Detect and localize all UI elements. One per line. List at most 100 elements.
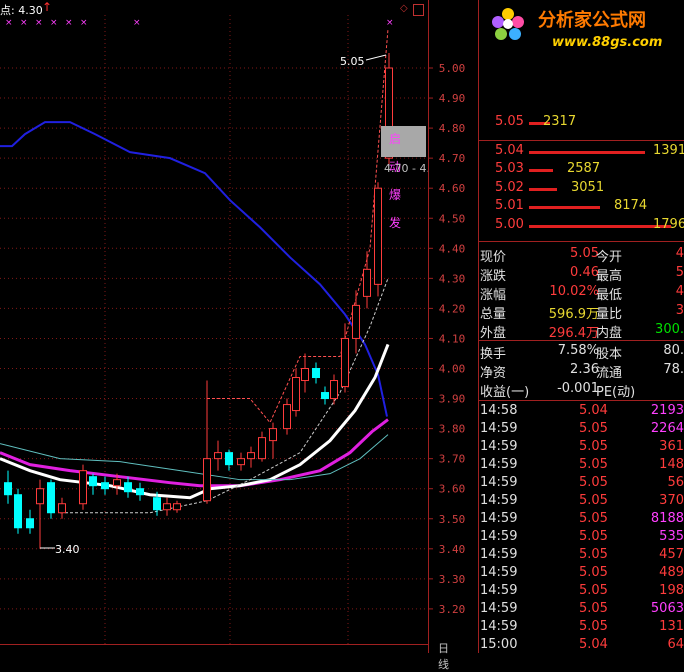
price-tick-label: 4.60 xyxy=(439,182,466,195)
trade-volume: 535 xyxy=(659,529,684,544)
candle-down xyxy=(321,392,329,400)
x-marker: × xyxy=(133,18,141,28)
stat-label: 最高 xyxy=(596,269,623,284)
order-price: 5.05 xyxy=(495,114,524,129)
candle-up xyxy=(203,458,211,502)
order-book-row: 5.04 13915 xyxy=(479,143,684,161)
candle-up xyxy=(352,304,360,339)
price-tick-label: 4.30 xyxy=(439,272,466,285)
x-marker: × xyxy=(35,18,43,28)
trade-volume: 457 xyxy=(659,547,684,562)
trade-row: 14:59 5.05 148 xyxy=(479,457,684,475)
order-book-row: 5.03 2587 xyxy=(479,161,684,179)
candle-up xyxy=(269,428,277,442)
signal-char: 爆 xyxy=(389,188,401,202)
price-tick-label: 3.30 xyxy=(439,573,466,586)
stat-value: 300. xyxy=(655,322,684,337)
candle-up xyxy=(214,452,222,460)
candle-up xyxy=(247,452,255,460)
price-tick-label: 3.40 xyxy=(439,543,466,556)
order-volume: 2587 xyxy=(567,161,601,176)
bottom-tab-label[interactable]: 日线 xyxy=(438,640,449,672)
stat-label: 现价 xyxy=(480,250,507,265)
stat-row: 净资 2.36 流通 78. xyxy=(479,362,684,381)
stat-value: 2.36 xyxy=(570,362,599,377)
candle-down xyxy=(4,482,12,496)
order-volume-bar xyxy=(529,188,557,191)
trade-volume: 2193 xyxy=(650,403,684,418)
stat-value: 296.4万 xyxy=(548,326,599,341)
signal-char: 启 xyxy=(389,132,401,146)
candle-up xyxy=(292,377,300,412)
candle-down xyxy=(136,488,144,496)
price-tick-label: 4.80 xyxy=(439,122,466,135)
candle-up xyxy=(79,470,87,505)
trade-price: 5.05 xyxy=(579,421,608,436)
trade-row: 14:59 5.05 489 xyxy=(479,565,684,583)
candle-up xyxy=(374,187,382,285)
trade-row: 14:59 5.05 2264 xyxy=(479,421,684,439)
trade-time: 14:59 xyxy=(480,583,518,598)
stat-value: 7.58% xyxy=(557,343,599,358)
stat-row: 涨幅 10.02% 最低 4 xyxy=(479,284,684,303)
trade-time: 14:59 xyxy=(480,565,518,580)
trade-volume: 56 xyxy=(667,475,684,490)
high-price-pointer xyxy=(365,54,387,61)
ma-white-line xyxy=(0,343,390,500)
trade-row: 14:59 5.05 198 xyxy=(479,583,684,601)
trade-price: 5.05 xyxy=(579,619,608,634)
panel-divider xyxy=(479,140,684,141)
trade-volume: 489 xyxy=(659,565,684,580)
kline-chart[interactable]: 5.00 4.90 4.80 4.70 4.60 4.50 4.40 4.30 4.20 4.10… xyxy=(0,0,465,671)
trade-row: 14:59 5.05 370 xyxy=(479,493,684,511)
up-arrow-icon: ↑ xyxy=(42,0,53,14)
order-volume: 8174 xyxy=(614,198,648,213)
trade-row: 14:59 5.05 361 xyxy=(479,439,684,457)
stat-label: 量比 xyxy=(596,307,623,322)
x-marker: × xyxy=(386,18,394,28)
trade-time: 14:59 xyxy=(480,475,518,490)
candle-down xyxy=(153,497,161,511)
candle-up xyxy=(237,458,245,466)
stat-label: 总量 xyxy=(480,307,507,322)
kline-svg[interactable]: 5.00 4.90 4.80 4.70 4.60 4.50 4.40 4.30 4.20 4.10… xyxy=(0,0,480,653)
upper-band-line xyxy=(207,28,389,424)
stat-label: PE(动) xyxy=(596,385,636,400)
candle-down xyxy=(101,482,109,490)
trade-row: 14:59 5.05 8188 xyxy=(479,511,684,529)
stat-label: 换手 xyxy=(480,347,507,362)
trade-time: 15:00 xyxy=(480,637,518,652)
stat-value: 5 xyxy=(675,265,684,280)
trade-time: 14:59 xyxy=(480,547,518,562)
order-book-row: 5.02 3051 xyxy=(479,180,684,198)
order-book-row: 5.00 1796 xyxy=(479,217,684,235)
candle-up xyxy=(283,404,291,430)
low-price-label: 3.40 xyxy=(55,543,80,556)
diamond-icon[interactable]: ◇ xyxy=(400,3,408,14)
highlight-box xyxy=(381,126,426,157)
stat-row: 总量 596.9万 量比 3 xyxy=(479,303,684,322)
candle-up xyxy=(36,488,44,505)
chart-bottom-border xyxy=(0,644,428,645)
candle-up xyxy=(341,337,349,388)
stat-row: 收益(一) -0.001 PE(动) xyxy=(479,381,684,400)
stat-label: 外盘 xyxy=(480,326,507,341)
trade-row: 15:00 5.04 64 xyxy=(479,637,684,655)
window-toggle-icon[interactable] xyxy=(413,4,424,16)
order-volume: 2317 xyxy=(543,114,577,129)
stat-label: 最低 xyxy=(596,288,623,303)
candle-down xyxy=(225,452,233,466)
trade-time: 14:58 xyxy=(480,403,518,418)
stat-row: 现价 5.05 今开 4 xyxy=(479,246,684,265)
trade-price: 5.05 xyxy=(579,565,608,580)
stat-value: 4 xyxy=(675,284,684,299)
candle-down xyxy=(124,482,132,493)
trade-price: 5.05 xyxy=(579,511,608,526)
stat-value: 80. xyxy=(663,343,684,358)
trade-price: 5.05 xyxy=(579,439,608,454)
candle-up xyxy=(58,503,66,514)
stat-value: -0.001 xyxy=(557,381,599,396)
range-label: 4.70 - 4. xyxy=(384,162,430,175)
order-volume: 1796 xyxy=(653,217,684,232)
x-marker: × xyxy=(50,18,58,28)
